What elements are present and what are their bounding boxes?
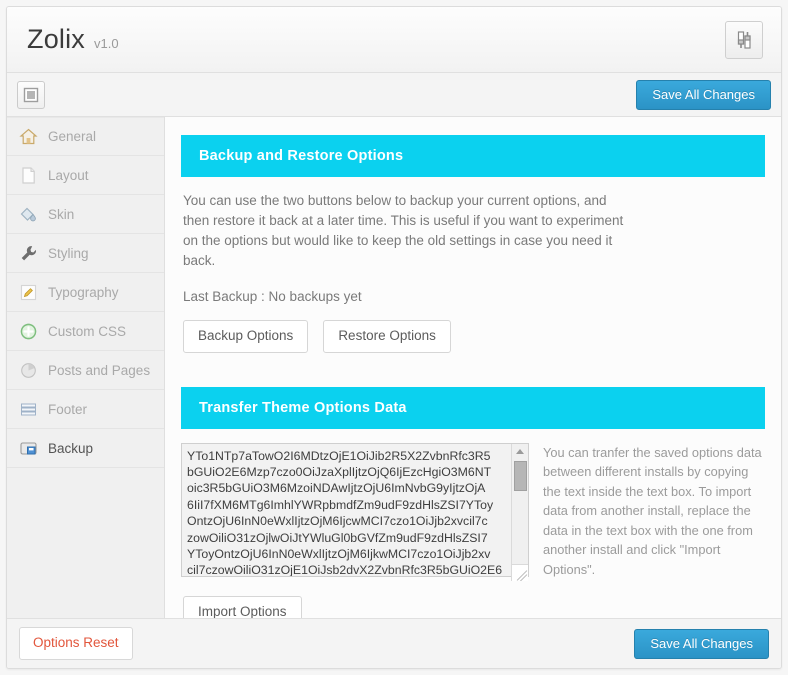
sliders-icon[interactable] (725, 20, 763, 59)
sidebar-item-footer[interactable]: Footer (7, 390, 164, 429)
options-content: Backup and Restore Options You can use t… (165, 117, 781, 618)
last-backup-status: Last Backup : No backups yet (183, 289, 362, 304)
options-data-wrapper: YTo1NTp7aTowO2I6MDtzOjE1OiJib2R5X2ZvbnRf… (181, 442, 529, 582)
textarea-scrollbar[interactable] (511, 443, 529, 576)
stack-icon (17, 399, 39, 419)
transfer-description: You can tranfer the saved options data b… (543, 444, 762, 577)
page-body: General Layout Skin Styling Typography C… (7, 117, 781, 618)
admin-options-page: Zolix v1.0 Save All Changes General Layo… (0, 0, 788, 675)
sidebar-item-backup[interactable]: Backup (7, 429, 164, 468)
transfer-section-title: Transfer Theme Options Data (181, 386, 765, 429)
sidebar-item-label: Posts and Pages (48, 362, 151, 378)
backup-options-button[interactable]: Backup Options (183, 320, 309, 353)
import-options-button[interactable]: Import Options (183, 595, 302, 618)
page-footer: Options Reset Save All Changes (7, 618, 781, 668)
wrench-icon (17, 243, 39, 263)
transfer-section: Transfer Theme Options Data YTo1NTp7aTow… (181, 386, 765, 618)
options-data-textarea[interactable]: YTo1NTp7aTowO2I6MDtzOjE1OiJib2R5X2ZvbnRf… (181, 442, 529, 577)
sidebar-item-label: Typography (48, 284, 119, 300)
transfer-row: YTo1NTp7aTowO2I6MDtzOjE1OiJib2R5X2ZvbnRf… (181, 429, 765, 582)
backup-restore-section: Backup and Restore Options You can use t… (181, 135, 765, 375)
page-icon (17, 165, 39, 185)
plus-circle-icon (17, 321, 39, 341)
backup-restore-section-body: You can use the two buttons below to bac… (181, 177, 765, 375)
options-frame: Zolix v1.0 Save All Changes General Layo… (6, 6, 782, 669)
sidebar-item-label: Layout (48, 167, 89, 183)
sidebar-item-skin[interactable]: Skin (7, 195, 164, 234)
import-button-row: Import Options (181, 582, 765, 618)
save-all-changes-button-top[interactable]: Save All Changes (636, 79, 771, 110)
sidebar-item-styling[interactable]: Styling (7, 234, 164, 273)
sidebar-item-label: Styling (48, 245, 89, 261)
sidebar-item-label: Skin (48, 206, 75, 222)
sidebar-item-posts-and-pages[interactable]: Posts and Pages (7, 351, 164, 390)
backup-restore-section-title: Backup and Restore Options (181, 135, 765, 177)
sidebar-item-custom-css[interactable]: Custom CSS (7, 312, 164, 351)
sidebar-item-layout[interactable]: Layout (7, 156, 164, 195)
top-toolbar: Save All Changes (7, 73, 781, 117)
pie-chart-icon (17, 360, 39, 380)
paint-can-icon (17, 204, 39, 224)
brand: Zolix v1.0 (27, 24, 725, 55)
sidebar-item-general[interactable]: General (7, 117, 164, 156)
pencil-icon (17, 282, 39, 302)
brand-version: v1.0 (94, 36, 119, 51)
backup-description: You can use the two buttons below to bac… (183, 193, 624, 268)
scroll-up-arrow-icon[interactable] (512, 444, 529, 459)
sidebar-item-label: Custom CSS (48, 323, 127, 339)
brand-name: Zolix (27, 24, 86, 54)
expand-panel-icon[interactable] (17, 80, 45, 109)
restore-options-button[interactable]: Restore Options (323, 320, 451, 353)
page-header: Zolix v1.0 (7, 7, 781, 73)
sidebar-item-label: General (48, 129, 97, 144)
home-icon (17, 127, 39, 147)
scrollbar-thumb[interactable] (513, 460, 527, 491)
save-all-changes-button-bottom[interactable]: Save All Changes (634, 628, 769, 659)
options-reset-button[interactable]: Options Reset (19, 627, 133, 660)
backup-button-row: Backup Options Restore Options (183, 320, 763, 353)
sidebar-item-label: Backup (48, 440, 94, 456)
sidebar-item-label: Footer (48, 401, 88, 417)
sidebar-nav: General Layout Skin Styling Typography C… (7, 117, 165, 618)
resize-grip-icon[interactable] (511, 563, 528, 581)
sidebar-item-typography[interactable]: Typography (7, 273, 164, 312)
floppy-disk-icon (17, 438, 39, 458)
